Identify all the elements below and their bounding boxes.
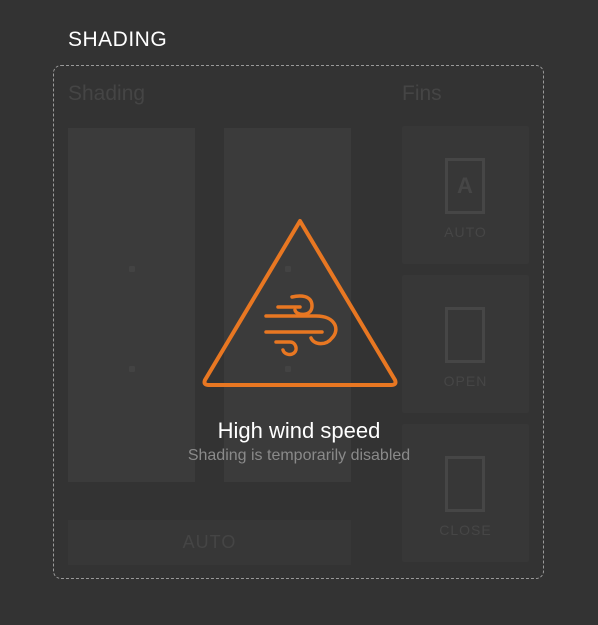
alert-title: High wind speed xyxy=(217,418,381,443)
wind-alert-overlay: High wind speed Shading is temporarily d… xyxy=(0,0,598,625)
alert-subtitle: Shading is temporarily disabled xyxy=(187,447,411,464)
wind-warning-icon xyxy=(202,219,398,387)
